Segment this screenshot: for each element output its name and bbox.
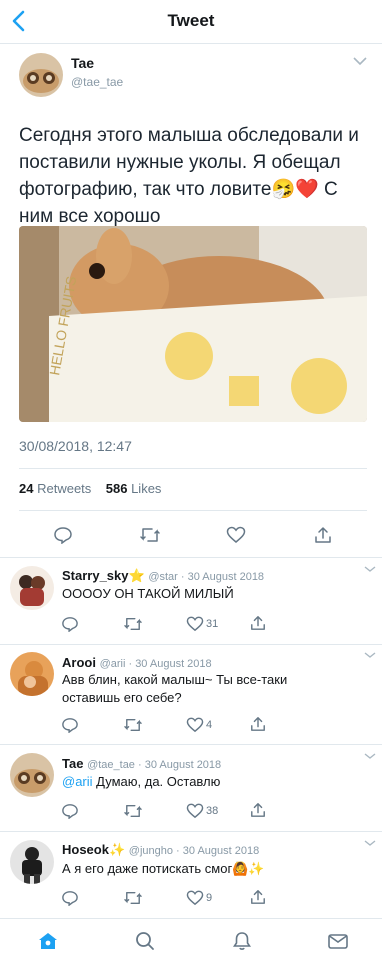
divider [19, 510, 367, 511]
top-bar: Tweet [0, 0, 382, 44]
share-icon[interactable] [249, 615, 267, 631]
reply-icon[interactable] [61, 616, 79, 632]
heart-icon[interactable] [226, 526, 246, 544]
reply-meta: @arii · 30 August 2018 [99, 658, 212, 670]
tweet-timestamp: 30/08/2018, 12:47 [19, 438, 132, 454]
divider [0, 557, 382, 558]
reply-text: @arii Думаю, да. Оставлю [62, 773, 362, 791]
home-icon[interactable] [37, 931, 59, 951]
bell-icon[interactable] [231, 931, 253, 951]
divider [19, 468, 367, 469]
like-count: 4 [206, 719, 213, 731]
chevron-down-icon[interactable] [363, 651, 377, 661]
divider [0, 644, 382, 645]
like-count: 31 [206, 618, 219, 630]
reply-author-name[interactable]: Arooi [62, 655, 96, 670]
heart-icon[interactable] [186, 616, 204, 632]
share-icon[interactable] [249, 716, 267, 732]
reply-icon[interactable] [61, 717, 79, 733]
mention-link[interactable]: @arii [62, 774, 93, 789]
retweets-label[interactable]: Retweets [37, 481, 91, 496]
retweet-icon[interactable] [123, 616, 143, 632]
retweet-icon[interactable] [123, 717, 143, 733]
tweet-text: Сегодня этого малыша обследовали и поста… [19, 125, 359, 227]
like-count: 9 [206, 892, 213, 904]
search-icon[interactable] [134, 931, 156, 951]
likes-label[interactable]: Likes [131, 481, 161, 496]
heart-icon[interactable] [186, 717, 204, 733]
reply-author[interactable]: Tae @tae_tae · 30 August 2018 [62, 756, 221, 771]
retweet-icon[interactable] [123, 803, 143, 819]
retweet-icon[interactable] [123, 890, 143, 906]
share-icon[interactable] [313, 526, 333, 544]
author-name[interactable]: Tae [71, 55, 94, 71]
avatar[interactable] [10, 652, 54, 696]
reply-text: А я его даже потискать смог🙆✨ [62, 861, 265, 876]
reply-text: Авв блин, какой малыш~ Ты все-таки остав… [62, 672, 288, 705]
heart-icon[interactable] [186, 890, 204, 906]
reply-author-name[interactable]: Tae [62, 756, 83, 771]
retweet-icon[interactable] [139, 526, 161, 544]
reply-author[interactable]: Arooi @arii · 30 August 2018 [62, 655, 212, 670]
reply-icon[interactable] [61, 890, 79, 906]
reply-icon[interactable] [61, 803, 79, 819]
chevron-down-icon[interactable] [363, 752, 377, 762]
reply-author[interactable]: Hoseok✨ @jungho · 30 August 2018 [62, 842, 259, 858]
bottom-tab-bar [0, 918, 382, 960]
likes-count[interactable]: 586 [106, 481, 128, 496]
reply-author-name[interactable]: Hoseok✨ [62, 842, 125, 857]
chevron-down-icon[interactable] [363, 839, 377, 849]
heart-icon[interactable] [186, 803, 204, 819]
reply-icon[interactable] [53, 526, 73, 544]
reply-meta: @star · 30 August 2018 [148, 571, 265, 583]
avatar[interactable] [19, 53, 63, 97]
tweet-stats: 24 Retweets 586 Likes [19, 481, 161, 496]
page-title: Tweet [167, 11, 215, 30]
retweets-count[interactable]: 24 [19, 481, 33, 496]
avatar[interactable] [10, 840, 54, 884]
divider [0, 831, 382, 832]
tweet-photo[interactable]: HELLO FRUITS [19, 226, 367, 422]
reply-text: ОООOУ ОН ТАКОЙ МИЛЫЙ [62, 586, 234, 601]
share-icon[interactable] [249, 889, 267, 905]
reply-author-name[interactable]: Starry_sky⭐ [62, 568, 145, 583]
avatar[interactable] [10, 753, 54, 797]
like-count: 38 [206, 805, 219, 817]
share-icon[interactable] [249, 802, 267, 818]
chevron-down-icon[interactable] [363, 565, 377, 575]
reply-text-body: Думаю, да. Оставлю [92, 774, 221, 789]
author-handle[interactable]: @tae_tae [71, 75, 123, 89]
divider [0, 744, 382, 745]
chevron-down-icon[interactable] [352, 56, 368, 66]
mail-icon[interactable] [327, 931, 349, 951]
avatar[interactable] [10, 566, 54, 610]
reply-meta: @jungho · 30 August 2018 [128, 845, 260, 857]
reply-author[interactable]: Starry_sky⭐ @star · 30 August 2018 [62, 568, 264, 584]
reply-meta: @tae_tae · 30 August 2018 [87, 759, 222, 771]
